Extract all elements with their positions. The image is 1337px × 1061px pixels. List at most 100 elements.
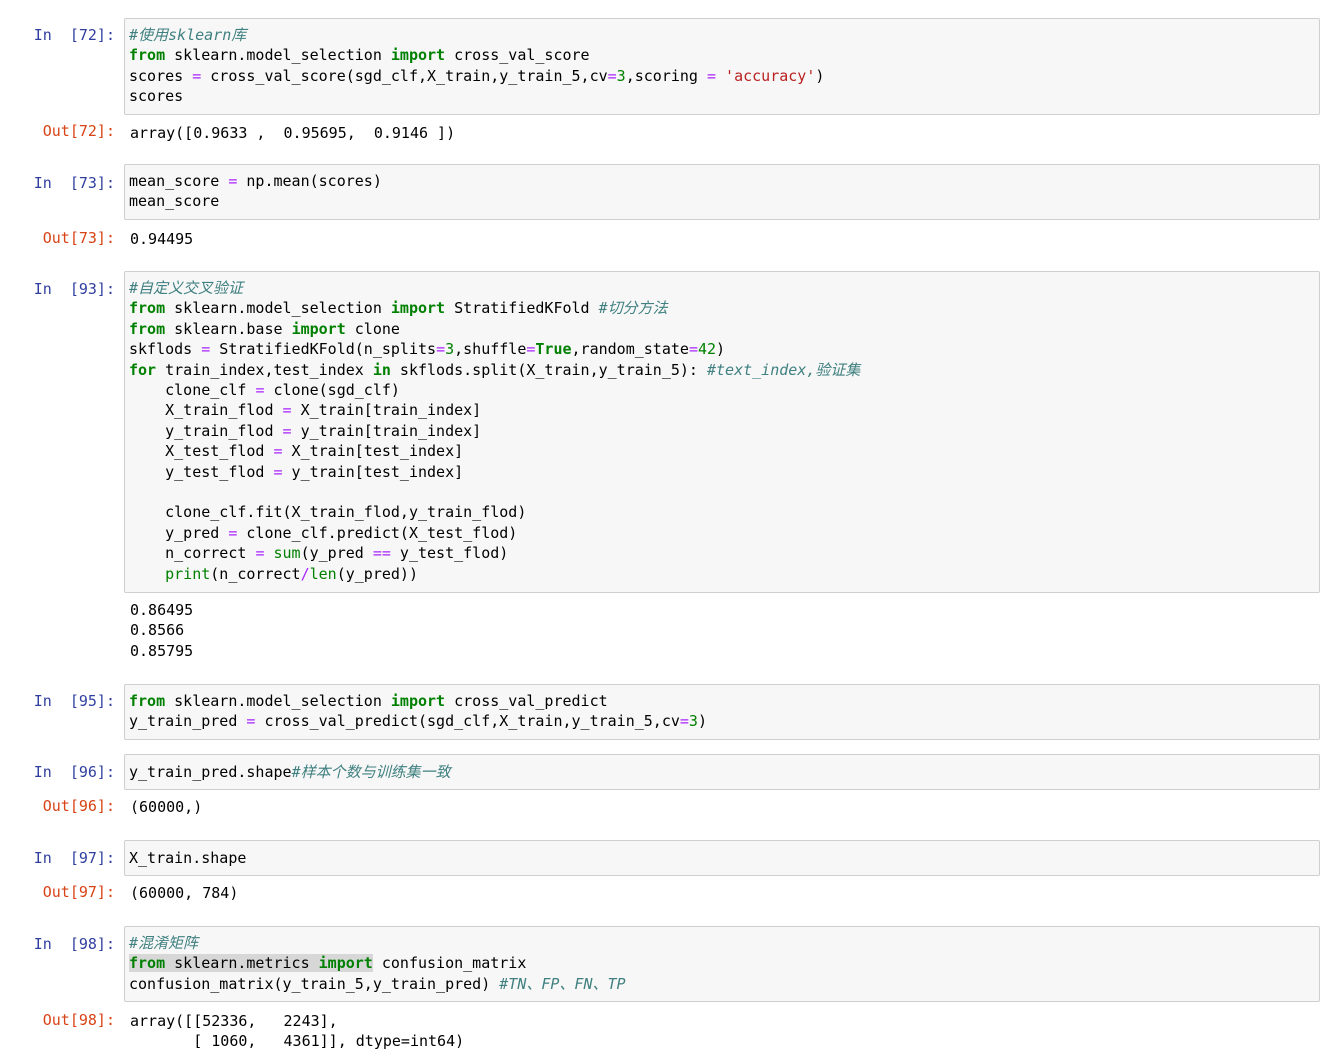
code-text: np.mean(scores) <box>237 172 382 190</box>
out-prompt: Out[96]: <box>42 797 115 815</box>
in-prompt: In [96]: <box>33 763 115 781</box>
cell-output: (60000,) <box>130 798 203 816</box>
keyword: import <box>390 299 446 318</box>
operator: = <box>282 421 292 440</box>
selection-highlight: from sklearn.metrics import <box>129 954 373 973</box>
code-editor[interactable]: #混淆矩阵 from sklearn.metrics import confus… <box>129 933 626 994</box>
out-prompt: Out[98]: <box>42 1011 115 1029</box>
code-text: StratifiedKFold <box>445 299 599 318</box>
operator: = <box>201 340 211 359</box>
keyword: import <box>291 319 346 338</box>
code-comment: #TN、FP、FN、TP <box>499 974 626 993</box>
keyword: from <box>129 692 166 710</box>
code-text: sklearn.base <box>165 319 292 338</box>
code-comment: #样本个数与训练集一致 <box>291 763 451 781</box>
code-text: sklearn.model_selection <box>165 46 391 65</box>
code-comment: #text_index,验证集 <box>706 360 861 379</box>
code-text: y_train_pred.shape <box>129 763 292 781</box>
code-text: clone(sgd_clf) <box>264 381 400 400</box>
code-text: scores <box>129 87 184 106</box>
string-literal: 'accuracy' <box>716 66 816 85</box>
code-input-cell[interactable]: #自定义交叉验证 from sklearn.model_selection im… <box>124 271 1320 593</box>
operator: = <box>679 712 689 731</box>
code-text: X_train_flod <box>129 401 283 420</box>
code-text: StratifiedKFold(n_splits <box>210 340 437 359</box>
code-comment: #自定义交叉验证 <box>129 279 244 297</box>
code-text: X_test_flod <box>129 442 274 461</box>
operator: = <box>273 442 283 461</box>
code-text: y_test_flod) <box>390 544 509 563</box>
code-text: y_test_flod <box>129 462 274 481</box>
code-text: (y_pred <box>300 544 373 563</box>
code-text: sklearn.model_selection <box>165 692 391 710</box>
cell-output: 0.94495 <box>130 230 194 248</box>
cell-output: 0.86495 0.8566 0.85795 <box>130 601 194 660</box>
operator: = <box>607 66 617 85</box>
code-text: clone <box>345 319 400 338</box>
in-prompt: In [98]: <box>33 935 115 953</box>
out-prompt: Out[97]: <box>42 883 115 901</box>
code-text: X_train.shape <box>129 849 247 867</box>
code-editor[interactable]: mean_score = np.mean(scores) mean_score <box>129 171 382 212</box>
code-comment: #切分方法 <box>598 299 668 318</box>
code-input-cell[interactable]: #使用sklearn库 from sklearn.model_selection… <box>124 18 1320 115</box>
keyword: from <box>129 954 166 973</box>
code-editor[interactable]: X_train.shape <box>129 848 246 868</box>
code-editor[interactable]: #使用sklearn库 from sklearn.model_selection… <box>129 25 824 107</box>
operator: = <box>436 340 446 359</box>
code-text: (n_correct <box>210 564 301 583</box>
number-literal: 3 <box>445 340 455 359</box>
code-editor[interactable]: from sklearn.model_selection import cros… <box>129 691 707 732</box>
code-text: y_train[train_index] <box>291 421 482 440</box>
keyword: from <box>129 319 166 338</box>
keyword: import <box>390 692 446 710</box>
in-prompt: In [95]: <box>33 692 115 710</box>
code-text: sklearn.metrics <box>165 954 319 973</box>
code-text: ,shuffle <box>454 340 527 359</box>
cell-output: array([0.9633 , 0.95695, 0.9146 ]) <box>130 124 456 142</box>
operator: = <box>273 462 283 481</box>
code-editor[interactable]: #自定义交叉验证 from sklearn.model_selection im… <box>129 278 860 584</box>
code-text: skflods.split(X_train,y_train_5): <box>390 360 707 379</box>
builtin-function: len <box>309 564 337 583</box>
keyword: from <box>129 46 166 65</box>
code-input-cell[interactable]: y_train_pred.shape#样本个数与训练集一致 <box>124 754 1320 790</box>
code-text: mean_score <box>129 192 220 211</box>
operator: = <box>688 340 698 359</box>
code-text: y_train_flod <box>129 421 283 440</box>
code-text: ) <box>716 340 726 359</box>
code-input-cell[interactable]: mean_score = np.mean(scores) mean_score <box>124 164 1320 220</box>
code-text: sklearn.model_selection <box>165 299 391 318</box>
in-prompt: In [72]: <box>33 26 115 44</box>
operator: = <box>706 66 717 85</box>
code-text: y_train_pred <box>129 712 247 731</box>
code-comment: #使用sklearn库 <box>129 26 247 44</box>
code-text: X_train[test_index] <box>282 442 464 461</box>
code-text: ) <box>815 66 825 85</box>
code-input-cell[interactable]: from sklearn.model_selection import cros… <box>124 684 1320 740</box>
code-input-cell[interactable]: X_train.shape <box>124 840 1320 876</box>
code-text: y_train[test_index] <box>282 462 464 481</box>
cell-output: array([[52336, 2243], [ 1060, 4361]], dt… <box>130 1012 465 1051</box>
code-text: scores <box>129 66 193 85</box>
code-editor[interactable]: y_train_pred.shape#样本个数与训练集一致 <box>129 762 451 782</box>
code-text: ,random_state <box>571 340 689 359</box>
in-prompt: In [97]: <box>33 849 115 867</box>
cell-output: (60000, 784) <box>130 884 239 902</box>
code-text: X_train[train_index] <box>291 401 482 420</box>
keyword: for <box>129 360 157 379</box>
code-text: train_index,test_index <box>156 360 373 379</box>
keyword: True <box>535 340 572 359</box>
in-prompt: In [73]: <box>33 174 115 192</box>
code-text: ) <box>697 712 707 731</box>
number-literal: 3 <box>616 66 626 85</box>
code-input-cell[interactable]: #混淆矩阵 from sklearn.metrics import confus… <box>124 926 1320 1002</box>
builtin-function: sum <box>273 544 301 563</box>
operator: = <box>282 401 292 420</box>
code-text: clone_clf <box>129 381 256 400</box>
number-literal: 3 <box>688 712 698 731</box>
keyword: import <box>318 954 373 973</box>
in-prompt: In [93]: <box>33 280 115 298</box>
code-text: y_pred <box>129 523 229 542</box>
